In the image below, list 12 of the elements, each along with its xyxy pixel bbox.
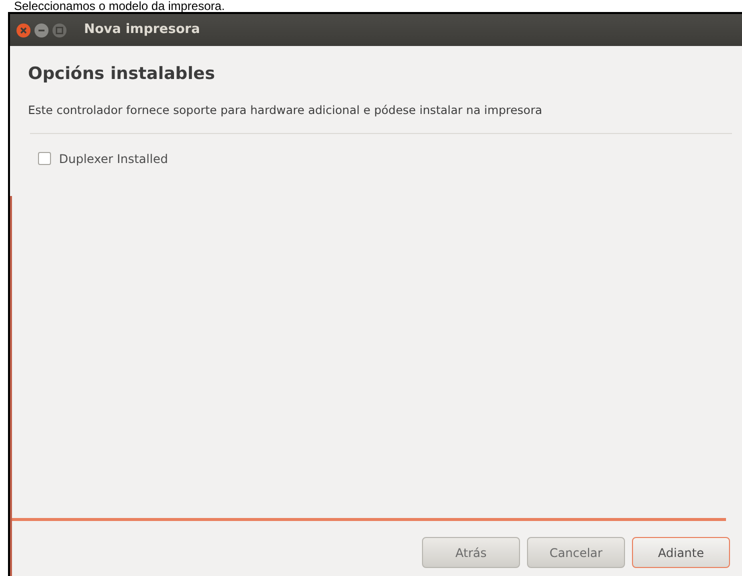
section-heading: Opcións instalables [28, 63, 216, 86]
dialog-button[interactable]: Cancelar [527, 537, 625, 568]
dialog-button[interactable]: Adiante [632, 537, 730, 568]
window-title: Nova impresora [84, 21, 200, 40]
description-text: Este controlador fornece soporte para hardware adicional e pódese instalar na impresora [28, 102, 544, 118]
minimize-icon[interactable] [34, 22, 49, 38]
maximize-icon[interactable] [52, 22, 67, 38]
checkbox[interactable] [38, 152, 51, 166]
close-icon[interactable] [16, 22, 31, 38]
checkbox-label: Duplexer Installed [59, 150, 168, 168]
caption: Seleccionamos o modelo da impresora. [13, 0, 226, 12]
dialog-button[interactable]: Atrás [422, 537, 520, 568]
